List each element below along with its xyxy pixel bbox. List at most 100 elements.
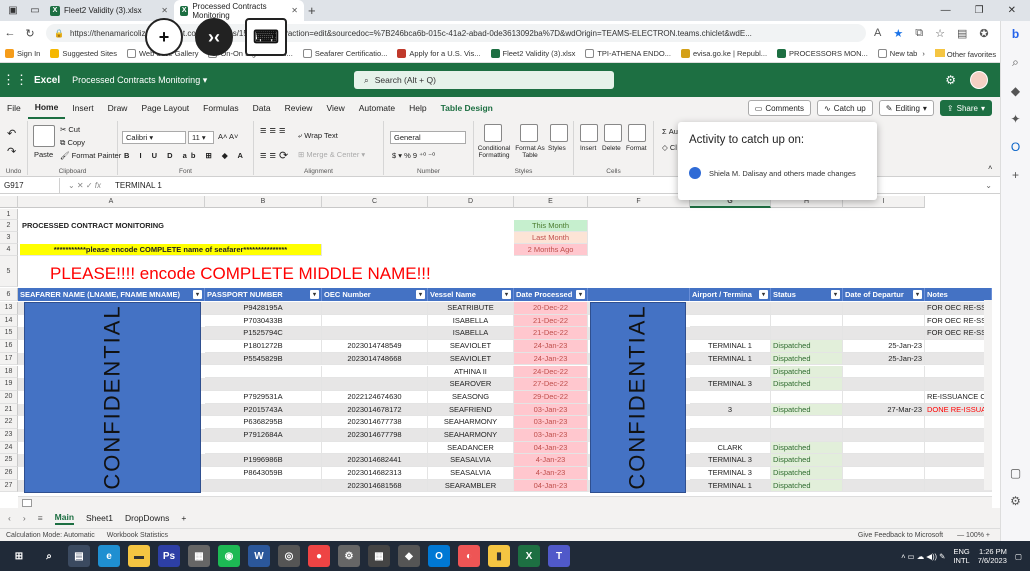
cell-dep[interactable] [843,441,925,455]
cell-notes[interactable]: FOR OEC RE-SSUAI [925,302,992,315]
row-header[interactable]: 3 [0,232,18,244]
feedback-link[interactable]: Give Feedback to Microsoft [858,532,943,539]
sheet-nav-left-icon[interactable]: ‹ [8,513,11,523]
cell-dep[interactable] [843,327,925,341]
row-header[interactable]: 27 [0,479,18,493]
all-sheets-icon[interactable]: ≡ [38,513,43,523]
cell-airport[interactable]: TERMINAL 1 [690,340,771,353]
sidebar-layout-icon[interactable]: ▢ [1010,466,1021,480]
cell-oec[interactable] [322,314,428,328]
table-header-cell[interactable] [588,288,690,301]
row-header[interactable]: 25 [0,454,18,468]
cell-date[interactable]: 03-Jan-23 [514,403,588,417]
cell-status[interactable] [771,390,843,404]
cell-passport[interactable]: P6368295B [205,416,322,429]
table-header-cell[interactable]: Notes [925,288,992,301]
minimize-icon[interactable]: — [941,5,951,16]
font-name-select[interactable]: Calibri ▾ [122,131,186,144]
cell-airport[interactable]: TERMINAL 3 [690,454,771,468]
column-header[interactable]: F [588,196,690,208]
cell-passport[interactable]: P7912684A [205,429,322,442]
search-icon[interactable]: ⌕ [1012,55,1019,70]
cell-oec[interactable]: 2023014677738 [322,416,428,429]
refresh-icon[interactable]: ↻ [20,27,40,40]
activity-item[interactable]: Shiela M. Dalisay and others made change… [689,167,856,179]
other-favorites[interactable]: Other favorites [934,48,996,59]
tab-insert[interactable]: Insert [65,97,100,119]
cell-dep[interactable] [843,479,925,493]
cell-passport[interactable]: P7929531A [205,390,322,404]
font-grow-icon[interactable]: A˄ A˅ [218,132,238,141]
cut-button[interactable]: ✂ Cut [60,125,80,134]
collections-icon[interactable]: ▤ [957,27,967,40]
vertical-scrollbar[interactable] [984,300,992,490]
cell-passport[interactable]: P1996986B [205,454,322,468]
favorite-item[interactable]: Fleet2 Validity (3).xlsx [486,49,581,58]
filter-dropdown-icon[interactable]: ▾ [576,290,585,299]
cell-vessel[interactable]: SEAVIOLET [428,352,514,366]
conditional-formatting-label[interactable]: Conditional Formatting [476,145,512,159]
name-box[interactable]: G917 [0,177,60,194]
cell-oec[interactable]: 2023014682313 [322,467,428,480]
cell-vessel[interactable]: SEADANCER [428,441,514,455]
cell-date[interactable]: 04-Jan-23 [514,441,588,455]
favorite-item[interactable]: Suggested Sites [45,49,122,58]
wrap-text-button[interactable]: ⤶ Wrap Text [298,131,338,141]
cell-dep[interactable] [843,416,925,429]
close-icon[interactable]: ✕ [161,6,168,15]
cell-notes[interactable] [925,365,992,379]
cell-status[interactable]: Dispatched [771,352,843,366]
cell-notes[interactable] [925,340,992,353]
cell-oec[interactable] [322,327,428,341]
cell-status[interactable]: Dispatched [771,479,843,493]
cell-date[interactable]: 21-Dec-22 [514,314,588,328]
cell-dep[interactable] [843,314,925,328]
table-header-cell[interactable]: Vessel Name ▾ [428,288,514,301]
cell-status[interactable] [771,314,843,328]
avatar[interactable] [970,71,988,89]
task-view-icon[interactable]: ▤ [68,545,90,567]
cell-status[interactable]: Dispatched [771,403,843,417]
format-as-table-icon[interactable] [520,124,538,142]
zoom-control[interactable]: — 100% + [957,532,990,539]
row-header[interactable]: 5 [0,256,18,287]
undo-icon[interactable]: ↶ [7,127,16,140]
cell-notes[interactable] [925,378,992,391]
cell-status[interactable]: Dispatched [771,454,843,468]
cell-date[interactable]: 04-Jan-23 [514,479,588,493]
favorite-item[interactable]: evisa.go.ke | Republ... [676,49,772,58]
cell-vessel[interactable]: SEAFRIEND [428,403,514,417]
chrome-icon[interactable]: ● [308,545,330,567]
cell-date[interactable]: 03-Jan-23 [514,429,588,442]
new-tab-button[interactable]: + [308,3,316,18]
tab-data[interactable]: Data [246,97,278,119]
column-header[interactable]: A [18,196,205,208]
cell-date[interactable]: 24-Dec-22 [514,365,588,379]
tools-icon[interactable]: ✦ [1010,112,1020,126]
align-bottom-icons[interactable]: ≡ ≡ ⟳ [260,149,288,162]
cell-date[interactable]: 21-Dec-22 [514,327,588,341]
row-header[interactable]: 23 [0,429,18,442]
tab-actions-icon[interactable]: ▭ [26,3,44,19]
filter-dropdown-icon[interactable]: ▾ [831,290,840,299]
cell-passport[interactable]: P2015743A [205,403,322,417]
column-header[interactable]: B [205,196,322,208]
favorite-item[interactable]: Apply for a U.S. Vis... [392,49,485,58]
edge-icon[interactable]: e [98,545,120,567]
sheet-nav-right-icon[interactable]: › [23,513,26,523]
spreadsheet-grid[interactable]: A B C D E F G H I 1 2 3 4 5 PROCESSED CONTRACT MONITOR… [0,196,992,494]
row-header[interactable]: 21 [0,403,18,417]
styles-label[interactable]: Styles [548,145,566,152]
share-button[interactable]: ⇪ Share ▾ [939,100,992,116]
app-icon[interactable]: ◎ [278,545,300,567]
cell-passport[interactable]: P1525794C [205,327,322,341]
language-indicator[interactable]: ENG INTL [953,547,969,565]
row-header[interactable]: 1 [0,209,18,220]
notifications-icon[interactable]: ▢ [1015,552,1022,561]
cell-vessel[interactable]: SEAHARMONY [428,429,514,442]
cell-dep[interactable] [843,390,925,404]
chevron-right-icon[interactable]: › [922,49,925,58]
tab-table-design[interactable]: Table Design [434,97,500,119]
cell-vessel[interactable]: SEARAMBLER [428,479,514,493]
row-header[interactable]: 18 [0,365,18,379]
